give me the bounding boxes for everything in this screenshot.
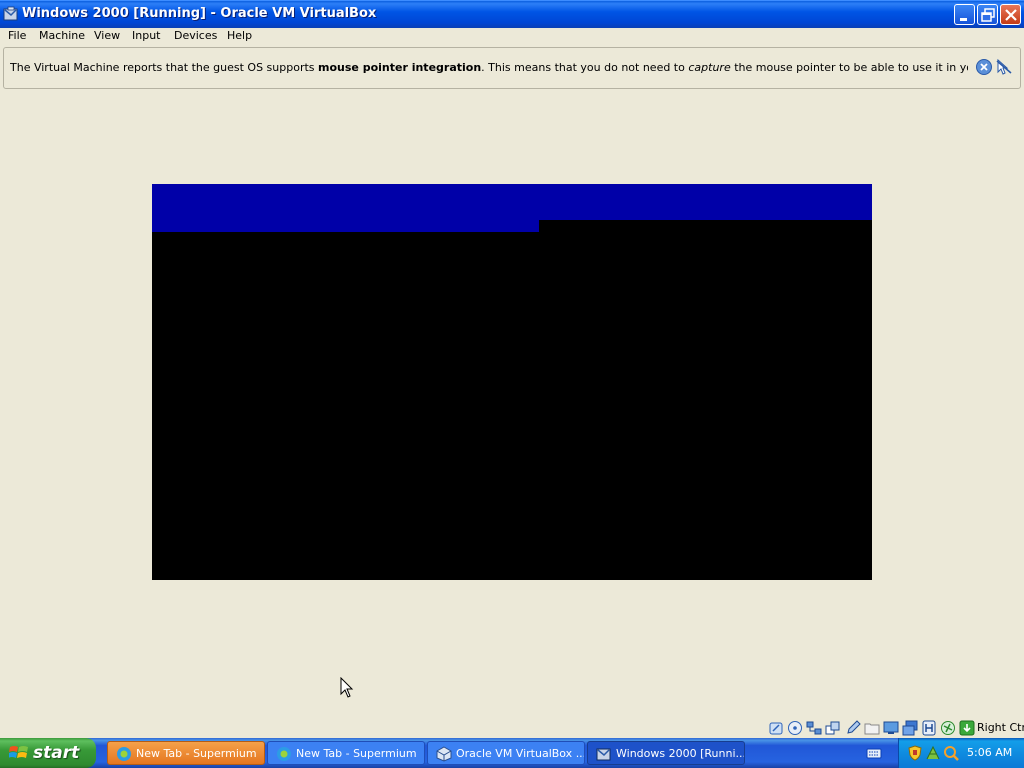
supermium-icon: [277, 747, 291, 761]
minimize-button[interactable]: [954, 4, 975, 25]
taskbar-item-virtualbox-manager[interactable]: Oracle VM VirtualBox ...: [427, 741, 585, 765]
windows-flag-icon: [9, 746, 28, 758]
optical-drive-icon[interactable]: [787, 720, 803, 736]
video-capture-icon[interactable]: [902, 720, 918, 736]
close-icon[interactable]: [975, 58, 993, 76]
vm-setup-banner: [152, 184, 539, 232]
taskbar-item-supermium-1[interactable]: New Tab - Supermium: [107, 741, 265, 765]
hard-disk-icon[interactable]: [768, 720, 784, 736]
menu-view[interactable]: View: [92, 29, 122, 42]
close-button[interactable]: [1000, 4, 1021, 25]
notice-text-2: . This means that you do not need to: [481, 61, 689, 74]
system-tray: 5:06 AM: [898, 738, 1024, 768]
virtualbox-icon: [596, 748, 611, 761]
menu-input[interactable]: Input: [130, 29, 162, 42]
start-label: start: [33, 743, 80, 763]
pencil-icon[interactable]: [845, 720, 861, 736]
notice-text-3: the mouse pointer to be able to use it i…: [734, 61, 968, 74]
network-icon[interactable]: [806, 720, 822, 736]
supermium-icon: [117, 747, 131, 761]
mouse-integration-off-icon[interactable]: [995, 58, 1013, 76]
menu-machine[interactable]: Machine: [37, 29, 87, 42]
notice-bold-text: mouse pointer integration: [318, 61, 482, 74]
close-icon: [1005, 9, 1017, 21]
menu-devices[interactable]: Devices: [172, 29, 219, 42]
menu-bar: File Machine View Input Devices Help: [0, 28, 1024, 46]
notice-text-1: The Virtual Machine reports that the gue…: [10, 61, 319, 74]
mouse-integration-icon[interactable]: [940, 720, 956, 736]
minimize-icon: [960, 18, 967, 21]
usb-icon[interactable]: [825, 720, 841, 736]
taskbar-clock[interactable]: 5:06 AM: [967, 746, 1012, 759]
window-title: Windows 2000 [Running] - Oracle VM Virtu…: [22, 6, 377, 21]
start-button[interactable]: start: [0, 738, 96, 768]
taskbar-item-label: New Tab - Supermium: [296, 747, 417, 760]
restore-button[interactable]: [977, 4, 998, 25]
network-tray-icon[interactable]: [925, 745, 941, 761]
taskbar-item-windows-2000-vm[interactable]: Windows 2000 [Runni...: [587, 741, 745, 765]
vrde-icon[interactable]: [921, 720, 937, 736]
shared-folders-icon[interactable]: [864, 720, 880, 736]
keyboard-layout-icon[interactable]: [866, 745, 882, 761]
virtualbox-icon: [436, 746, 452, 762]
virtualbox-icon: [3, 6, 18, 21]
search-tray-icon[interactable]: [943, 745, 959, 761]
display-icon[interactable]: [883, 720, 899, 736]
taskbar-item-supermium-2[interactable]: New Tab - Supermium: [267, 741, 425, 765]
mouse-cursor-icon: [340, 677, 354, 698]
shield-icon[interactable]: [907, 745, 923, 761]
restore-icon: [981, 8, 995, 22]
taskbar-item-label: Oracle VM VirtualBox ...: [456, 747, 585, 760]
arrow-down-icon[interactable]: [959, 720, 975, 736]
taskbar-item-label: Windows 2000 [Runni...: [616, 747, 745, 760]
vm-display[interactable]: [152, 184, 872, 580]
menu-help[interactable]: Help: [225, 29, 254, 42]
menu-file[interactable]: File: [6, 29, 28, 42]
mouse-integration-notice: The Virtual Machine reports that the gue…: [3, 47, 1021, 89]
status-bar: Right Ctrl: [0, 718, 1024, 738]
title-bar[interactable]: Windows 2000 [Running] - Oracle VM Virtu…: [0, 0, 1024, 28]
notice-message: The Virtual Machine reports that the gue…: [10, 61, 968, 74]
host-key-label: Right Ctrl: [977, 721, 1024, 734]
vm-setup-banner-right: [539, 184, 872, 220]
notice-italic-text: capture: [688, 61, 731, 74]
taskbar-item-label: New Tab - Supermium: [136, 747, 257, 760]
